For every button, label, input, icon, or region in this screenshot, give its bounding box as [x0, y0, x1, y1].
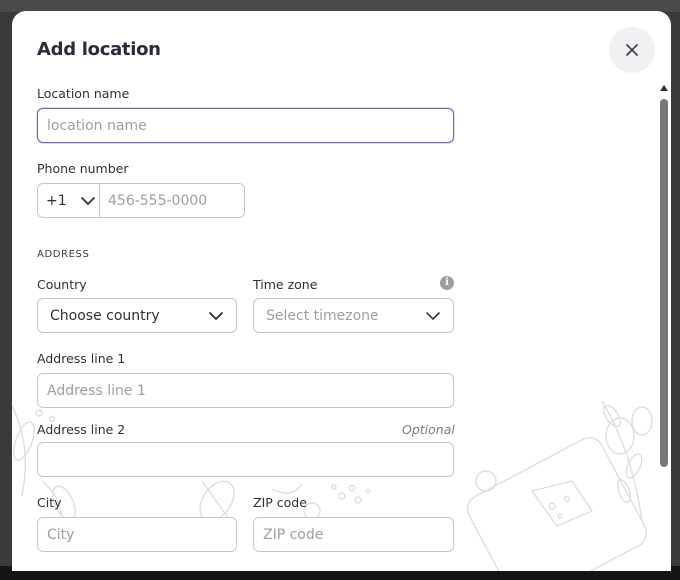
zip-code-label: ZIP code	[253, 495, 307, 510]
close-button[interactable]	[609, 27, 655, 73]
scroll-up-arrow-icon[interactable]	[660, 85, 668, 91]
city-input[interactable]	[37, 517, 237, 552]
close-icon	[626, 44, 638, 56]
chevron-down-icon	[80, 196, 95, 205]
info-icon[interactable]: i	[440, 276, 454, 290]
country-code-value: +1	[46, 192, 67, 209]
zip-code-input[interactable]	[253, 517, 454, 552]
country-label: Country	[37, 277, 87, 292]
timezone-select-value: Select timezone	[266, 307, 379, 324]
country-code-select[interactable]: +1	[38, 184, 100, 217]
city-label: City	[37, 495, 62, 510]
add-location-dialog: Add location Location name Phone number …	[12, 11, 671, 571]
address-line1-label: Address line 1	[37, 351, 126, 366]
country-select-value: Choose country	[50, 307, 160, 324]
scrollbar[interactable]	[657, 81, 671, 571]
timezone-label: Time zone	[253, 277, 318, 292]
chevron-down-icon	[209, 311, 223, 320]
timezone-select[interactable]: Select timezone	[253, 298, 454, 333]
optional-hint: Optional	[402, 422, 455, 437]
scrollbar-thumb[interactable]	[660, 99, 668, 467]
phone-number-input[interactable]	[100, 185, 244, 216]
address-section-title: ADDRESS	[37, 249, 90, 260]
address-line2-input[interactable]	[37, 442, 454, 477]
country-select[interactable]: Choose country	[37, 298, 237, 333]
address-line2-label: Address line 2	[37, 422, 126, 437]
phone-number-label: Phone number	[37, 161, 129, 176]
dialog-title: Add location	[37, 39, 161, 60]
chevron-down-icon	[426, 311, 440, 320]
location-name-label: Location name	[37, 86, 130, 101]
location-name-input[interactable]	[37, 108, 454, 143]
phone-number-field: +1	[37, 183, 245, 218]
address-line1-input[interactable]	[37, 373, 454, 408]
